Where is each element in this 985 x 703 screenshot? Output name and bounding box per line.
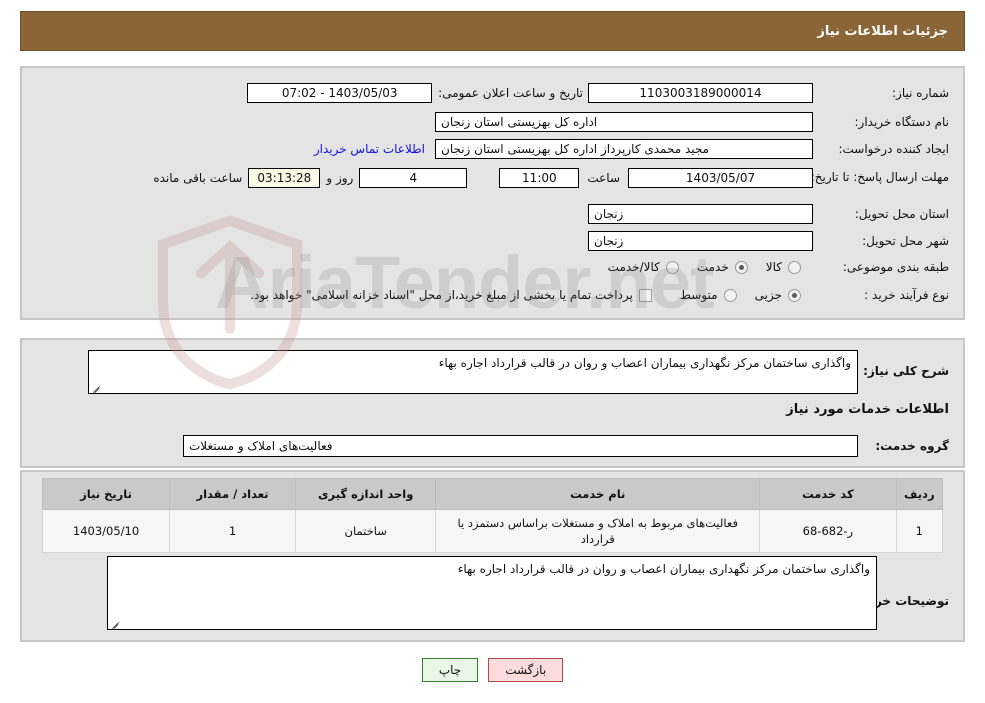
deadline-date-value: 1403/05/07 [628, 168, 813, 188]
delivery-city-label: شهر محل تحویل: [862, 234, 949, 248]
deadline-row: مهلت ارسال پاسخ: تا تاریخ: 1403/05/07 سا… [153, 168, 949, 188]
general-desc-value: واگذاری ساختمان مرکز نگهداری بیماران اعص… [438, 356, 851, 370]
th-unit: واحد اندازه گیری [294, 478, 437, 510]
th-code: کد خدمت [759, 478, 897, 510]
print-button[interactable]: چاپ [421, 658, 479, 682]
need-number-value: 1103003189000014 [588, 83, 813, 103]
category-option-kala-khedmat-label: کالا/خدمت [607, 260, 660, 274]
cell-code: ر-682-68 [759, 508, 897, 554]
cell-quantity: 1 [169, 508, 296, 554]
buyer-notes-value: واگذاری ساختمان مرکز نگهداری بیماران اعص… [457, 562, 870, 576]
announcement-datetime-label: تاریخ و ساعت اعلان عمومی: [438, 86, 583, 100]
days-remaining-value: 4 [359, 168, 468, 188]
radio-kala-khedmat-icon[interactable] [665, 260, 679, 274]
payment-checkbox-option[interactable]: پرداخت تمام یا بخشی از مبلغ خرید،از محل … [250, 288, 652, 302]
th-quantity: تعداد / مقدار [169, 478, 296, 510]
payment-checkbox-label: پرداخت تمام یا بخشی از مبلغ خرید،از محل … [250, 288, 633, 302]
table-header-row: ردیف کد خدمت نام خدمت واحد اندازه گیری ت… [41, 478, 944, 510]
footer-button-bar: بازگشت چاپ [0, 658, 985, 682]
process-option-motevaset[interactable]: متوسط [680, 288, 737, 302]
services-info-heading: اطلاعات خدمات مورد نیاز [786, 402, 949, 417]
deadline-time-value: 11:00 [499, 168, 580, 188]
resize-grip-icon[interactable] [91, 381, 102, 392]
page-title: جزئیات اطلاعات نیاز [817, 23, 948, 39]
category-option-kala-khedmat[interactable]: کالا/خدمت [608, 260, 679, 274]
category-option-khedmat-label: خدمت [696, 260, 729, 274]
hours-remaining-label: ساعت باقی مانده [153, 171, 243, 185]
cell-unit: ساختمان [294, 508, 437, 554]
buyer-notes-resize-grip-icon[interactable] [110, 617, 121, 628]
cell-name: فعالیت‌های مربوط به املاک و مستغلات براس… [435, 508, 761, 554]
process-type-row: نوع فرآیند خرید : جزیی متوسط پرداخت تمام… [250, 288, 949, 302]
radio-motevaset-icon[interactable] [723, 288, 737, 302]
buyer-org-value: اداره کل بهزیستی استان زنجان [435, 112, 813, 132]
table-row: 1 ر-682-68 فعالیت‌های مربوط به املاک و م… [41, 508, 944, 554]
th-index: ردیف [895, 478, 944, 510]
category-option-kala-label: کالا [765, 260, 782, 274]
process-option-motevaset-label: متوسط [679, 288, 718, 302]
announcement-datetime-value: 1403/05/03 - 07:02 [247, 83, 433, 103]
category-option-kala[interactable]: کالا [766, 260, 801, 274]
radio-khedmat-icon[interactable] [734, 260, 748, 274]
service-group-label: گروه خدمت: [875, 439, 949, 453]
process-type-label: نوع فرآیند خرید : [864, 288, 949, 302]
radio-jozii-icon[interactable] [788, 288, 801, 302]
buyer-contact-link[interactable]: اطلاعات تماس خریدار [314, 142, 425, 156]
page-header: جزئیات اطلاعات نیاز [20, 11, 965, 51]
category-label: طبقه بندی موضوعی: [842, 260, 949, 274]
announcement-datetime-row: تاریخ و ساعت اعلان عمومی: 1403/05/03 - 0… [247, 83, 583, 103]
countdown-timer-value: 03:13:28 [248, 168, 321, 188]
request-creator-label: ایجاد کننده درخواست: [838, 142, 949, 156]
delivery-city-value: زنجان [588, 231, 813, 251]
th-name: نام خدمت [435, 478, 761, 510]
delivery-province-label: استان محل تحویل: [854, 207, 949, 221]
day-and-label: روز و [326, 171, 354, 185]
category-option-khedmat[interactable]: خدمت [697, 260, 748, 274]
delivery-province-value: زنجان [588, 204, 813, 224]
cell-need-date: 1403/05/10 [41, 508, 171, 554]
need-info-panel: شماره نیاز: 1103003189000014 تاریخ و ساع… [20, 66, 965, 320]
process-option-jozii-label: جزیی [754, 288, 782, 302]
buyer-notes-textarea[interactable]: واگذاری ساختمان مرکز نگهداری بیماران اعص… [107, 556, 877, 630]
delivery-province-row: استان محل تحویل: زنجان [588, 204, 949, 224]
buyer-org-row: نام دستگاه خریدار: اداره کل بهزیستی استا… [435, 112, 949, 132]
request-creator-value: مجید محمدی کارپرداز اداره کل بهزیستی است… [435, 139, 813, 159]
payment-checkbox-icon[interactable] [638, 288, 652, 302]
deadline-hour-label: ساعت [587, 171, 620, 185]
need-description-panel: شرح کلی نیاز: واگذاری ساختمان مرکز نگهدا… [20, 338, 965, 468]
need-number-label: شماره نیاز: [892, 86, 949, 100]
radio-kala-icon[interactable] [788, 260, 801, 274]
general-desc-label: شرح کلی نیاز: [863, 364, 949, 378]
cell-index: 1 [895, 508, 944, 554]
back-button[interactable]: بازگشت [488, 658, 564, 682]
service-group-value: فعالیت‌های املاک و مستغلات [183, 435, 858, 457]
buyer-org-label: نام دستگاه خریدار: [854, 115, 950, 129]
category-row: طبقه بندی موضوعی: کالا خدمت کالا/خدمت [608, 260, 949, 274]
process-option-jozii[interactable]: جزیی [755, 288, 801, 302]
th-need-date: تاریخ نیاز [41, 478, 171, 510]
delivery-city-row: شهر محل تحویل: زنجان [588, 231, 949, 251]
need-number-row: شماره نیاز: 1103003189000014 [588, 83, 949, 103]
request-creator-row: ایجاد کننده درخواست: مجید محمدی کارپرداز… [314, 139, 949, 159]
services-table: ردیف کد خدمت نام خدمت واحد اندازه گیری ت… [41, 478, 944, 554]
general-desc-textarea[interactable]: واگذاری ساختمان مرکز نگهداری بیماران اعص… [88, 350, 858, 394]
deadline-label: مهلت ارسال پاسخ: تا تاریخ: [810, 170, 949, 185]
